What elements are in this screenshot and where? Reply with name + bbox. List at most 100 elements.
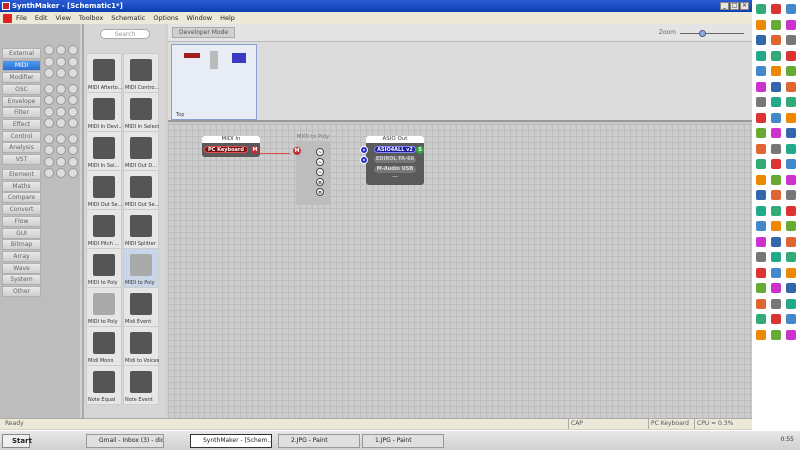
desktop-shortcut-icon[interactable] — [756, 205, 766, 216]
desktop-shortcut-icon[interactable] — [771, 50, 781, 61]
desktop-shortcut-icon[interactable] — [771, 66, 781, 76]
primitive-icon[interactable] — [56, 68, 66, 78]
desktop-shortcut-icon[interactable] — [756, 128, 766, 138]
desktop-shortcut-icon[interactable] — [786, 267, 796, 278]
primitive-icon[interactable] — [56, 145, 66, 155]
primitive-icon[interactable] — [68, 56, 78, 67]
desktop-shortcut-icon[interactable] — [756, 329, 766, 340]
desktop-shortcut-icon[interactable] — [756, 159, 766, 169]
taskbar-item-paint-2[interactable]: 2.JPG - Paint — [278, 434, 360, 448]
module-tile[interactable]: MIDI Splitter — [123, 209, 159, 249]
desktop-shortcut-icon[interactable] — [786, 329, 796, 340]
desktop-shortcut-icon[interactable] — [786, 205, 796, 216]
desktop-shortcut-icon[interactable] — [771, 35, 781, 45]
desktop-shortcut-icon[interactable] — [786, 314, 796, 324]
desktop-shortcut-icon[interactable] — [756, 112, 766, 123]
primitive-icon[interactable] — [68, 118, 78, 128]
category-system[interactable]: System — [2, 274, 41, 286]
asio-out-pin[interactable]: S — [416, 146, 424, 154]
desktop-shortcut-icon[interactable] — [756, 236, 766, 247]
midi-device-selector[interactable]: PC Keyboard — [204, 146, 248, 153]
category-control[interactable]: Control — [2, 131, 41, 142]
desktop-shortcut-icon[interactable] — [771, 190, 781, 200]
primitive-icon[interactable] — [68, 145, 78, 155]
primitive-icon[interactable] — [44, 145, 54, 155]
desktop-shortcut-icon[interactable] — [786, 159, 796, 169]
desktop-shortcut-icon[interactable] — [786, 66, 796, 76]
category-external[interactable]: External — [2, 48, 41, 59]
category-array[interactable]: Array — [2, 250, 41, 262]
desktop-shortcut-icon[interactable] — [756, 174, 766, 185]
desktop-shortcut-icon[interactable] — [756, 298, 766, 309]
navigator-thumbnail[interactable]: Top — [171, 44, 257, 120]
primitive-icon[interactable] — [68, 83, 78, 94]
desktop-shortcut-icon[interactable] — [756, 190, 766, 200]
start-button[interactable]: Start — [2, 434, 32, 448]
desktop-shortcut-icon[interactable] — [771, 174, 781, 185]
minimize-button[interactable]: _ — [720, 2, 729, 10]
primitive-icon[interactable] — [44, 156, 54, 167]
category-vst[interactable]: VST — [2, 154, 41, 165]
desktop-shortcut-icon[interactable] — [756, 50, 766, 61]
desktop-shortcut-icon[interactable] — [786, 236, 796, 247]
primitive-icon[interactable] — [56, 56, 66, 67]
menu-edit[interactable]: Edit — [35, 14, 48, 22]
search-input[interactable]: Search — [100, 29, 150, 39]
desktop-shortcut-icon[interactable] — [756, 314, 766, 324]
category-analysis[interactable]: Analysis — [2, 142, 41, 153]
category-effect[interactable]: Effect — [2, 119, 41, 130]
category-compare[interactable]: Compare — [2, 192, 41, 204]
desktop-shortcut-icon[interactable] — [771, 329, 781, 340]
category-maths[interactable]: Maths — [2, 180, 41, 192]
primitive-icon[interactable] — [68, 168, 78, 178]
category-osc[interactable]: OSC — [2, 84, 41, 95]
desktop-shortcut-icon[interactable] — [786, 283, 796, 293]
menu-options[interactable]: Options — [153, 14, 178, 22]
desktop-shortcut-icon[interactable] — [786, 50, 796, 61]
module-tile[interactable]: MIDI to Poly — [86, 248, 122, 288]
desktop-shortcut-icon[interactable] — [786, 298, 796, 309]
poly-out-pin-3[interactable]: ~ — [316, 168, 324, 176]
desktop-shortcut-icon[interactable] — [786, 35, 796, 45]
category-other[interactable]: Other — [2, 286, 41, 297]
category-flow[interactable]: Flow — [2, 215, 41, 227]
desktop-shortcut-icon[interactable] — [756, 252, 766, 262]
desktop-shortcut-icon[interactable] — [756, 66, 766, 76]
category-filter[interactable]: Filter — [2, 107, 41, 118]
module-tile[interactable]: Note Equal — [86, 365, 122, 405]
primitive-icon[interactable] — [56, 83, 66, 94]
desktop-shortcut-icon[interactable] — [786, 81, 796, 92]
category-bitmap[interactable]: Bitmap — [2, 239, 41, 251]
category-wave[interactable]: Wave — [2, 262, 41, 274]
primitive-icon[interactable] — [44, 56, 54, 67]
primitive-icon[interactable] — [68, 106, 78, 117]
poly-out-pin-4[interactable]: n — [316, 178, 324, 186]
asio-device-3[interactable]: M-Audio USB ... — [374, 166, 416, 179]
primitive-icon[interactable] — [56, 168, 66, 178]
primitive-icon[interactable] — [68, 156, 78, 167]
midi-connection-wire[interactable] — [260, 153, 290, 154]
desktop-shortcut-icon[interactable] — [756, 283, 766, 293]
primitive-icon[interactable] — [56, 156, 66, 167]
module-tile[interactable]: Midi Mono — [86, 326, 122, 366]
category-modifier[interactable]: Modifier — [2, 72, 41, 83]
audio-in-right-pin[interactable]: • — [360, 156, 368, 164]
asio-out-module[interactable]: ASIO Out • • ASIO4ALL v2 S EDIROL FA-66 … — [360, 136, 424, 185]
desktop-shortcut-icon[interactable] — [771, 314, 781, 324]
desktop-shortcut-icon[interactable] — [786, 19, 796, 30]
primitive-icon[interactable] — [44, 45, 54, 55]
primitive-icon[interactable] — [56, 106, 66, 117]
module-tile[interactable]: MIDI Out Se... — [86, 170, 122, 210]
menu-toolbox[interactable]: Toolbox — [79, 14, 103, 22]
asio-device-2[interactable]: EDIROL FA-66 — [374, 156, 416, 163]
desktop-shortcut-icon[interactable] — [771, 221, 781, 231]
module-tile[interactable]: MIDI Contro... — [123, 53, 159, 93]
module-tile[interactable]: MIDI In Sel... — [86, 131, 122, 171]
category-midi[interactable]: MIDI — [2, 60, 41, 71]
desktop-shortcut-icon[interactable] — [786, 4, 796, 14]
midi-in-pin[interactable]: M — [293, 147, 301, 155]
desktop-shortcut-icon[interactable] — [786, 174, 796, 185]
taskbar-item-synthmaker[interactable]: SynthMaker - [Schem... — [190, 434, 272, 448]
desktop-shortcut-icon[interactable] — [771, 236, 781, 247]
module-tile[interactable]: Note Event — [123, 365, 159, 405]
